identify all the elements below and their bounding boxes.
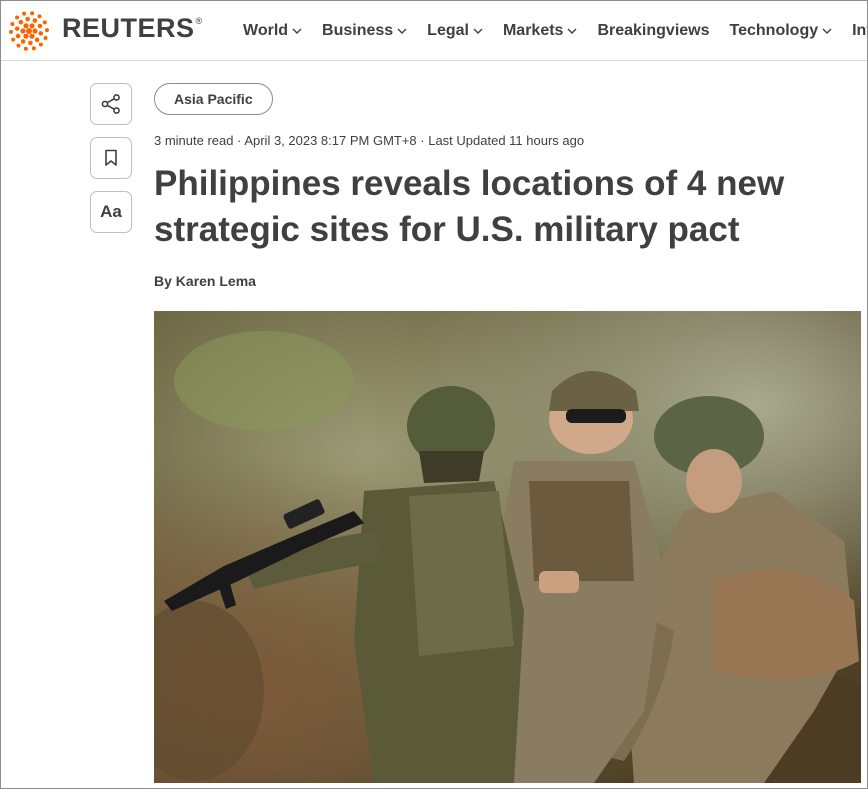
nav-item-business[interactable]: Business bbox=[322, 22, 407, 40]
brand-name: REUTERS bbox=[62, 13, 195, 43]
text-size-label: Aa bbox=[100, 202, 122, 221]
chevron-down-icon bbox=[567, 28, 577, 34]
nav-item-investigations[interactable]: Investiga bbox=[852, 22, 867, 40]
nav-item-technology[interactable]: Technology bbox=[730, 22, 833, 40]
logo-dot bbox=[42, 20, 47, 25]
logo-dot bbox=[22, 11, 27, 16]
logo-dot bbox=[43, 36, 48, 41]
byline-prefix: By bbox=[154, 273, 172, 289]
bookmark-button[interactable] bbox=[90, 137, 132, 179]
nav-label: Business bbox=[322, 22, 394, 39]
reuters-logo-icon[interactable] bbox=[5, 7, 53, 55]
registered-mark: ® bbox=[195, 16, 203, 26]
logo-dot bbox=[32, 18, 38, 23]
logo-dot bbox=[30, 11, 35, 16]
nav-label: Investiga bbox=[852, 22, 867, 39]
logo-dot bbox=[25, 16, 30, 22]
logo-dot bbox=[11, 37, 16, 42]
logo-dot bbox=[31, 46, 36, 51]
logo-dot bbox=[23, 23, 29, 29]
nav-item-legal[interactable]: Legal bbox=[427, 22, 483, 40]
logo-dot bbox=[20, 39, 26, 44]
share-icon bbox=[101, 94, 120, 114]
nav-label: Technology bbox=[729, 22, 819, 39]
article-meta: 3 minute read · April 3, 2023 8:17 PM GM… bbox=[154, 133, 585, 148]
chevron-down-icon bbox=[822, 28, 832, 34]
logo-dot bbox=[18, 19, 24, 25]
logo-dot bbox=[14, 26, 20, 31]
byline: By Karen Lema bbox=[154, 273, 256, 289]
logo-dot bbox=[38, 31, 44, 36]
chevron-down-icon bbox=[473, 28, 483, 34]
share-button[interactable] bbox=[90, 83, 132, 125]
soldiers-photo bbox=[154, 311, 861, 783]
logo-dot bbox=[32, 28, 38, 34]
author-link[interactable]: Karen Lema bbox=[176, 273, 256, 289]
logo-dot bbox=[29, 33, 35, 39]
reuters-wordmark[interactable]: REUTERS® bbox=[62, 13, 203, 44]
logo-dot bbox=[26, 28, 32, 34]
logo-dot bbox=[23, 33, 29, 39]
article-photo bbox=[154, 311, 861, 783]
text-size-button[interactable]: Aa bbox=[90, 191, 132, 233]
browser-frame: REUTERS® World Business Legal Markets Br… bbox=[0, 0, 868, 789]
site-header: REUTERS® World Business Legal Markets Br… bbox=[1, 1, 867, 61]
chevron-down-icon bbox=[397, 28, 407, 34]
logo-dot bbox=[37, 14, 42, 19]
article-headline: Philippines reveals locations of 4 new s… bbox=[154, 164, 785, 249]
logo-dot bbox=[29, 23, 35, 29]
nav-label: Markets bbox=[502, 22, 564, 39]
nav-label: Legal bbox=[427, 22, 469, 39]
nav-label: Breakingviews bbox=[597, 22, 710, 39]
logo-dot bbox=[9, 29, 14, 34]
logo-dot bbox=[20, 28, 26, 34]
logo-dot bbox=[44, 28, 49, 33]
logo-dot bbox=[38, 42, 43, 47]
bookmark-icon bbox=[105, 149, 117, 166]
section-tag[interactable]: Asia Pacific bbox=[154, 83, 273, 115]
logo-dot bbox=[28, 40, 33, 46]
logo-dot bbox=[10, 21, 15, 26]
logo-dot bbox=[37, 23, 43, 29]
nav-item-breakingviews[interactable]: Breakingviews bbox=[597, 22, 709, 40]
logo-dot bbox=[15, 15, 20, 20]
chevron-down-icon bbox=[292, 28, 302, 34]
nav-item-world[interactable]: World bbox=[243, 22, 302, 40]
main-nav: World Business Legal Markets Breakingvie… bbox=[243, 1, 867, 61]
logo-dot bbox=[23, 46, 28, 51]
nav-item-markets[interactable]: Markets bbox=[503, 22, 577, 40]
logo-dot bbox=[16, 43, 21, 48]
nav-label: World bbox=[243, 22, 289, 39]
logo-dot bbox=[15, 33, 21, 39]
logo-dot bbox=[34, 37, 40, 43]
